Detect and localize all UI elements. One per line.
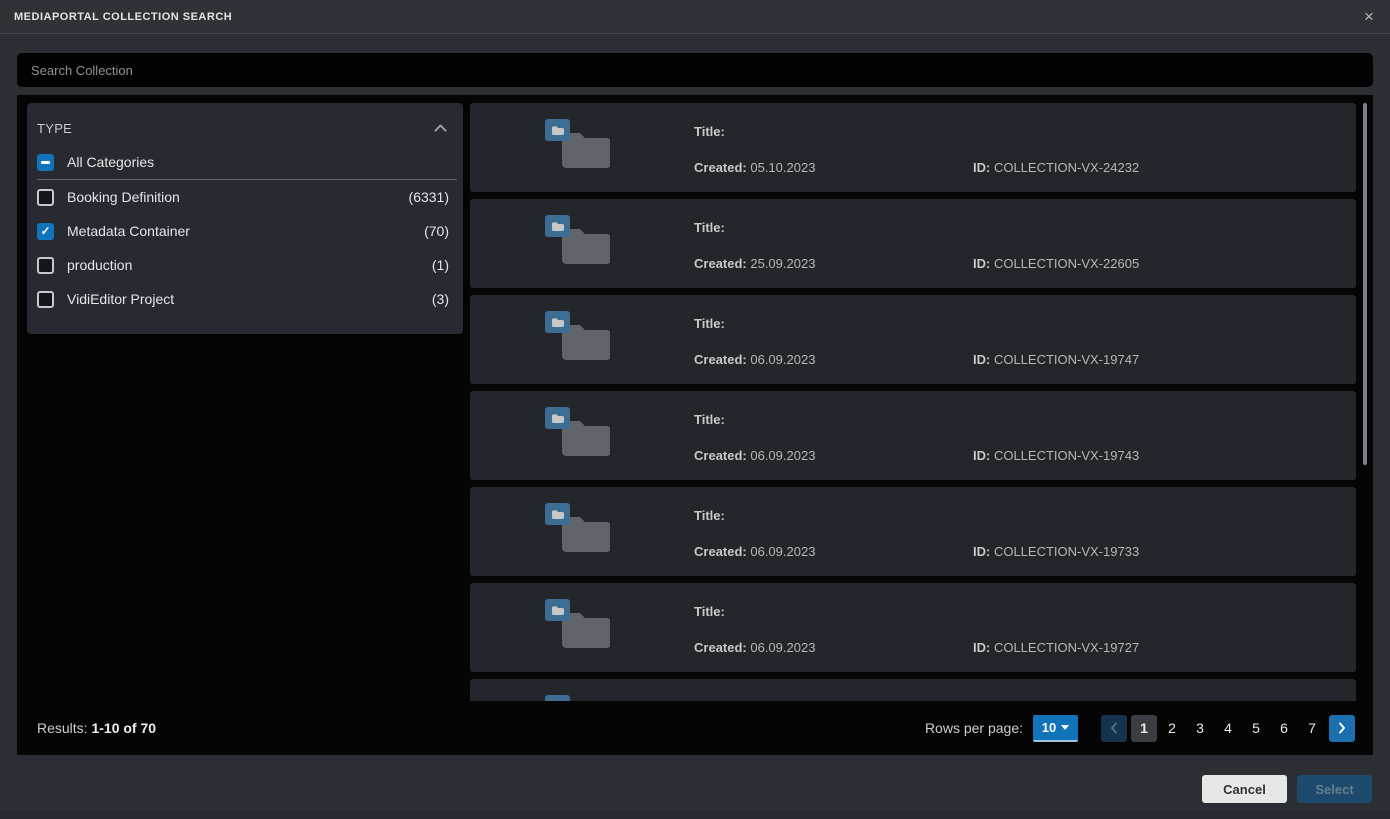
result-list: Title: Created: 05.10.2023 ID: COLLECTION-… (470, 103, 1356, 701)
result-card-partial[interactable] (470, 679, 1356, 701)
page-button-4[interactable]: 4 (1215, 715, 1241, 742)
page-button-7[interactable]: 7 (1299, 715, 1325, 742)
filter-count: (1) (432, 257, 449, 273)
filter-label: Metadata Container (67, 223, 190, 239)
result-title: Title: (694, 220, 725, 235)
filter-label: All Categories (67, 154, 154, 170)
checkbox-unchecked-icon[interactable] (37, 189, 54, 206)
page-button-1[interactable]: 1 (1131, 715, 1157, 742)
result-card[interactable]: Title: Created: 06.09.2023 ID: COLLECTION-… (470, 295, 1356, 384)
result-created: Created: 06.09.2023 (694, 544, 815, 559)
results-count-range: 1-10 of 70 (91, 720, 156, 736)
result-id: ID: COLLECTION-VX-19747 (973, 352, 1139, 367)
result-created: Created: 05.10.2023 (694, 160, 815, 175)
filter-row[interactable]: Booking Definition (6331) (27, 180, 463, 214)
collection-folder-badge-icon (545, 599, 570, 621)
dialog-bottom-edge (0, 811, 1390, 819)
result-id: ID: COLLECTION-VX-24232 (973, 160, 1139, 175)
rows-per-page-select[interactable]: 10 (1033, 715, 1078, 742)
result-card[interactable]: Title: Created: 06.09.2023 ID: COLLECTION-… (470, 487, 1356, 576)
dialog-header: MEDIAPORTAL COLLECTION SEARCH (0, 0, 1390, 34)
checkbox-checked-icon[interactable] (37, 223, 54, 240)
collection-folder-badge-icon (545, 503, 570, 525)
filter-row[interactable]: VidiEditor Project (3) (27, 282, 463, 316)
filter-label: Booking Definition (67, 189, 180, 205)
result-id: ID: COLLECTION-VX-19727 (973, 640, 1139, 655)
type-filter-panel: TYPE All Categories Booking Definition (63… (27, 103, 463, 334)
filter-count: (3) (432, 291, 449, 307)
result-created: Created: 25.09.2023 (694, 256, 815, 271)
result-id: ID: COLLECTION-VX-22605 (973, 256, 1139, 271)
caret-down-icon (1061, 725, 1069, 730)
result-title: Title: (694, 508, 725, 523)
filter-row[interactable]: Metadata Container (70) (27, 214, 463, 248)
page-number-buttons: 1234567 (1130, 715, 1326, 742)
chevron-right-icon (1338, 722, 1346, 734)
collection-folder-badge-icon (545, 311, 570, 333)
select-button[interactable]: Select (1297, 775, 1372, 803)
cancel-button[interactable]: Cancel (1202, 775, 1287, 803)
result-card[interactable]: Title: Created: 06.09.2023 ID: COLLECTION-… (470, 583, 1356, 672)
filter-count: (6331) (409, 189, 449, 205)
filter-row[interactable]: production (1) (27, 248, 463, 282)
checkbox-unchecked-icon[interactable] (37, 291, 54, 308)
result-title: Title: (694, 316, 725, 331)
checkbox-indeterminate-icon[interactable] (37, 154, 54, 171)
results-count: Results: 1-10 of 70 (37, 720, 156, 736)
search-input[interactable] (17, 53, 1373, 87)
result-title: Title: (694, 412, 725, 427)
collection-search-dialog: MEDIAPORTAL COLLECTION SEARCH × TYPE All… (0, 0, 1390, 819)
collection-folder-badge-icon (545, 215, 570, 237)
filter-list: All Categories Booking Definition (6331) Me… (27, 145, 463, 316)
next-page-button[interactable] (1329, 715, 1355, 742)
page-button-3[interactable]: 3 (1187, 715, 1213, 742)
results-count-label: Results: (37, 720, 88, 736)
dialog-actions: Cancel Select (1202, 775, 1372, 803)
result-card[interactable]: Title: Created: 06.09.2023 ID: COLLECTION-… (470, 391, 1356, 480)
collection-folder-badge-icon (545, 119, 570, 141)
checkbox-unchecked-icon[interactable] (37, 257, 54, 274)
result-created: Created: 06.09.2023 (694, 640, 815, 655)
search-results-area: TYPE All Categories Booking Definition (63… (17, 95, 1373, 755)
pagination: Rows per page: 10 1234567 (925, 715, 1356, 742)
result-id: ID: COLLECTION-VX-19743 (973, 448, 1139, 463)
result-created: Created: 06.09.2023 (694, 352, 815, 367)
filter-panel-header: TYPE (27, 103, 463, 145)
previous-page-button[interactable] (1101, 715, 1127, 742)
filter-row[interactable]: All Categories (27, 145, 463, 179)
result-title: Title: (694, 604, 725, 619)
page-button-5[interactable]: 5 (1243, 715, 1269, 742)
result-created: Created: 06.09.2023 (694, 448, 815, 463)
filter-panel-title: TYPE (37, 121, 72, 136)
dialog-title: MEDIAPORTAL COLLECTION SEARCH (14, 11, 232, 23)
page-button-2[interactable]: 2 (1159, 715, 1185, 742)
rows-per-page-value: 10 (1042, 720, 1056, 735)
filter-count: (70) (424, 223, 449, 239)
collection-folder-badge-icon (545, 407, 570, 429)
result-card[interactable]: Title: Created: 05.10.2023 ID: COLLECTION-… (470, 103, 1356, 192)
results-footer: Results: 1-10 of 70 Rows per page: 10 12… (17, 701, 1373, 755)
results-scrollbar[interactable] (1363, 103, 1367, 465)
chevron-left-icon (1110, 722, 1118, 734)
result-card[interactable]: Title: Created: 25.09.2023 ID: COLLECTION-… (470, 199, 1356, 288)
chevron-up-icon[interactable] (434, 124, 447, 132)
page-button-6[interactable]: 6 (1271, 715, 1297, 742)
result-id: ID: COLLECTION-VX-19733 (973, 544, 1139, 559)
result-title: Title: (694, 124, 725, 139)
filter-label: production (67, 257, 132, 273)
rows-per-page-label: Rows per page: (925, 720, 1023, 736)
close-icon[interactable]: × (1359, 7, 1379, 27)
filter-label: VidiEditor Project (67, 291, 174, 307)
